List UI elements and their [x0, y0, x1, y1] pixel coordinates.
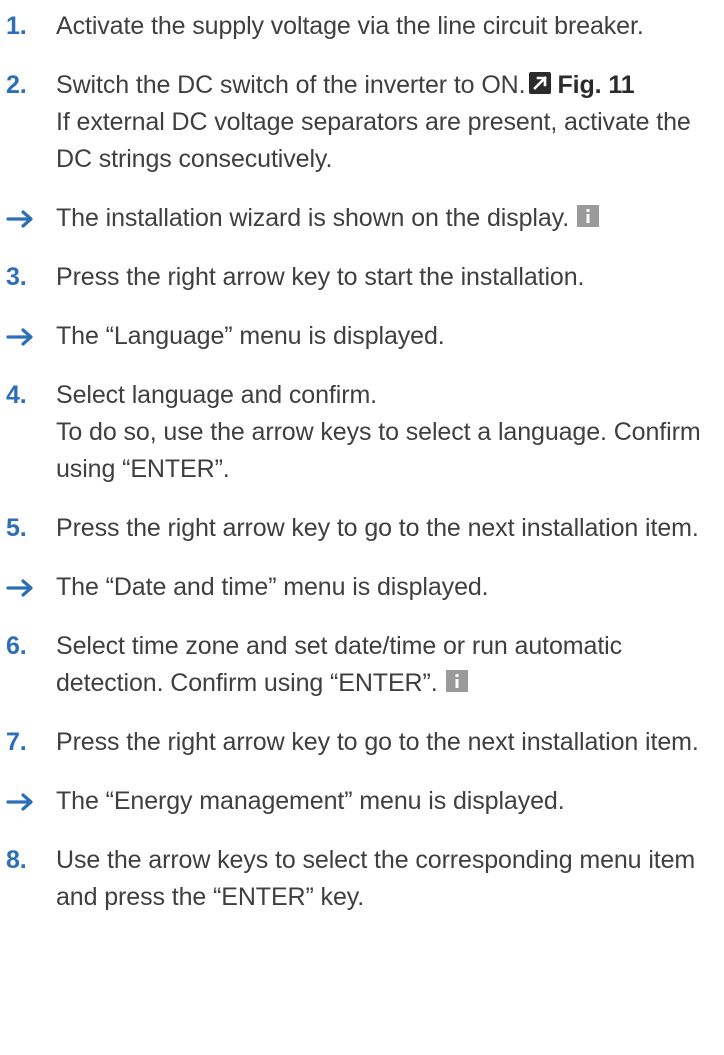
result-3: The “Date and time” menu is displayed.: [6, 569, 724, 606]
step-text: Press the right arrow key to go to the n…: [56, 728, 699, 756]
step-4: 4. Select language and confirm. To do so…: [6, 377, 724, 488]
result-arrow-icon: [6, 210, 33, 228]
info-icon[interactable]: [445, 670, 468, 692]
result-text: The “Language” menu is displayed.: [56, 322, 445, 350]
step-text: Press the right arrow key to start the i…: [56, 263, 585, 291]
step-text: Switch the DC switch of the inverter to …: [56, 71, 526, 99]
step-8: 8. Use the arrow keys to select the corr…: [6, 842, 724, 916]
result-2: The “Language” menu is displayed.: [6, 318, 724, 355]
step-6: 6. Select time zone and set date/time or…: [6, 628, 724, 702]
result-text: The “Energy management” menu is displaye…: [56, 787, 565, 815]
step-1: 1. Activate the supply voltage via the l…: [6, 8, 724, 45]
step-number: 6.: [6, 632, 27, 660]
step-number: 3.: [6, 263, 27, 291]
cross-reference-icon[interactable]: [529, 72, 552, 94]
result-arrow-icon: [6, 579, 33, 597]
info-icon[interactable]: [577, 205, 600, 227]
step-number: 4.: [6, 381, 27, 409]
result-text: The installation wizard is shown on the …: [56, 204, 570, 232]
step-text: Select time zone and set date/time or ru…: [56, 632, 623, 697]
result-arrow-icon: [6, 793, 33, 811]
step-text: Use the arrow keys to select the corresp…: [56, 846, 696, 911]
step-3: 3. Press the right arrow key to start th…: [6, 259, 724, 296]
step-text: Press the right arrow key to go to the n…: [56, 514, 699, 542]
result-4: The “Energy management” menu is displaye…: [6, 783, 724, 820]
step-2: 2. Switch the DC switch of the inverter …: [6, 67, 724, 178]
result-text: The “Date and time” menu is displayed.: [56, 573, 489, 601]
step-number: 1.: [6, 12, 27, 40]
figure-reference-link[interactable]: Fig. 11: [557, 71, 634, 99]
step-note: If external DC voltage separators are pr…: [56, 108, 691, 173]
step-number: 7.: [6, 728, 27, 756]
result-1: The installation wizard is shown on the …: [6, 200, 724, 237]
step-number: 2.: [6, 71, 27, 99]
step-number: 5.: [6, 514, 27, 542]
step-number: 8.: [6, 846, 27, 874]
step-5: 5. Press the right arrow key to go to th…: [6, 510, 724, 547]
step-7: 7. Press the right arrow key to go to th…: [6, 724, 724, 761]
result-arrow-icon: [6, 328, 33, 346]
step-text: Select language and confirm.: [56, 381, 378, 409]
step-note: To do so, use the arrow keys to select a…: [56, 418, 701, 483]
step-text: Activate the supply voltage via the line…: [56, 12, 644, 40]
instruction-page: 1. Activate the supply voltage via the l…: [0, 0, 724, 1055]
